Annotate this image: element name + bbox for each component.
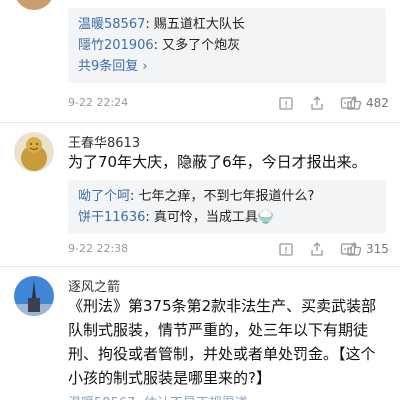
timestamp: 9-22 22:24: [68, 96, 129, 109]
reply-box[interactable]: 呦了个呵: 七年之痒，不到七年报道什么? 饼干11636: 真可怜，当成工具🍚: [68, 180, 386, 234]
more-replies-link[interactable]: 共9条回复 ›: [78, 56, 376, 77]
comment: 逐风之箭 《刑法》第375条第2款非法生产、买卖武装部队制式服装，情节严重的，处…: [0, 268, 400, 400]
username[interactable]: 逐风之箭: [68, 276, 120, 295]
comment-actions: 9-22 22:38 315: [68, 240, 389, 260]
reply-author[interactable]: 温暖58567: [78, 17, 145, 32]
divider: [0, 122, 400, 123]
comment: 王春华8613 为了70年大庆，隐蔽了6年，今日才报出来。 呦了个呵: 七年之痒…: [0, 124, 400, 264]
reply-author[interactable]: 呦了个呵: [78, 189, 130, 204]
reply-item[interactable]: 温暖58567: 赐五道杠大队长: [78, 14, 376, 35]
reply-text: 赐五道杠大队长: [153, 17, 245, 32]
reply-item[interactable]: 呦了个呵: 七年之痒，不到七年报道什么?: [78, 186, 376, 207]
reply-text: 真可怜，当成工具🍚: [153, 210, 275, 225]
comment-text: 为了70年大庆，隐蔽了6年，今日才报出来。: [68, 153, 367, 171]
reply-author[interactable]: 隱竹201906: [78, 38, 154, 53]
comment-text: 《刑法》第375条第2款非法生产、买卖武装部队制式服装，情节严重的，处三年以下有…: [68, 297, 377, 387]
reply-author[interactable]: 饼干11636: [78, 210, 145, 225]
report-icon[interactable]: [278, 95, 294, 111]
username[interactable]: 王春华8613: [68, 132, 140, 151]
reply-item[interactable]: 饼干11636: 真可怜，当成工具🍚: [78, 207, 376, 228]
comment-actions: 9-22 22:24 482: [68, 94, 389, 114]
avatar[interactable]: [14, 0, 54, 10]
comment-top: 温暖58567: 赐五道杠大队长 隱竹201906: 又多了个炮灰 共9条回复 …: [0, 0, 400, 118]
share-icon[interactable]: [309, 241, 325, 257]
avatar[interactable]: [14, 132, 54, 172]
thumbs-up-icon[interactable]: [346, 95, 362, 111]
reply-text: 七年之痒，不到七年报道什么?: [138, 189, 315, 204]
avatar[interactable]: [14, 276, 54, 316]
timestamp: 9-22 22:38: [68, 242, 129, 255]
avatar-image: [14, 276, 54, 316]
report-icon[interactable]: [278, 241, 294, 257]
reply-item[interactable]: 温暖58567: 估计不是正规渠道: [68, 392, 248, 400]
reply-box[interactable]: 温暖58567: 赐五道杠大队长 隱竹201906: 又多了个炮灰 共9条回复 …: [68, 8, 386, 83]
thumbs-up-icon[interactable]: [346, 241, 362, 257]
avatar-image: [14, 132, 54, 172]
like-count: 315: [366, 242, 389, 256]
divider: [0, 266, 400, 267]
share-icon[interactable]: [309, 95, 325, 111]
reply-item[interactable]: 隱竹201906: 又多了个炮灰: [78, 35, 376, 56]
like-count: 482: [366, 96, 389, 110]
reply-text: 又多了个炮灰: [162, 38, 241, 53]
